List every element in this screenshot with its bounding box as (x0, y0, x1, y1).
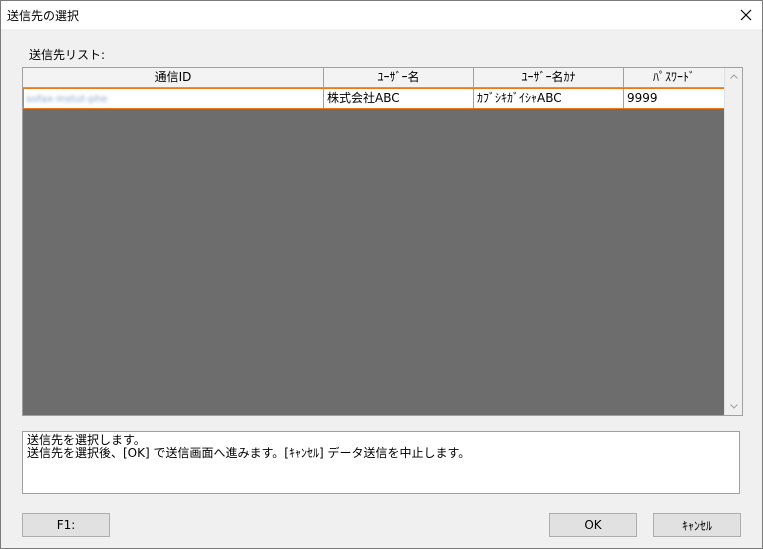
chevron-down-icon (729, 404, 738, 409)
grid-header: 通信ID ﾕｰｻﾞｰ名 ﾕｰｻﾞｰ名ｶﾅ ﾊﾟｽﾜｰﾄﾞ (23, 68, 725, 88)
cell-user-name-kana: ｶﾌﾞｼｷｶﾞｲｼｬABC (474, 88, 624, 108)
cell-user-name: 株式会社ABC (324, 88, 474, 108)
cell-password: 9999 (624, 88, 725, 108)
table-row[interactable]: sofax-instut-phe 株式会社ABC ｶﾌﾞｼｷｶﾞｲｼｬABC 9… (23, 88, 725, 108)
window-title: 送信先の選択 (7, 9, 80, 23)
cell-id-text: sofax-instut-phe (26, 94, 108, 105)
column-header-id[interactable]: 通信ID (23, 68, 324, 88)
ok-button[interactable]: OK (549, 513, 637, 537)
close-icon (740, 9, 752, 21)
recipient-grid[interactable]: 通信ID ﾕｰｻﾞｰ名 ﾕｰｻﾞｰ名ｶﾅ ﾊﾟｽﾜｰﾄﾞ sofax-instu… (22, 67, 743, 416)
column-header-password[interactable]: ﾊﾟｽﾜｰﾄﾞ (624, 68, 725, 88)
scroll-up-button[interactable] (725, 68, 742, 85)
vertical-scrollbar[interactable] (724, 68, 742, 415)
f1-button[interactable]: F1: (22, 513, 110, 537)
dialog-window: 送信先の選択 送信先リスト: 通信ID ﾕｰｻﾞｰ名 ﾕｰｻﾞｰ名ｶﾅ ﾊﾟｽﾜ… (0, 0, 763, 549)
close-button[interactable] (730, 1, 762, 29)
cell-id: sofax-instut-phe (23, 88, 324, 108)
cancel-button[interactable]: ｷｬﾝｾﾙ (653, 513, 741, 537)
list-label: 送信先リスト: (29, 48, 106, 62)
title-bar: 送信先の選択 (1, 1, 762, 29)
message-box: 送信先を選択します。 送信先を選択後、[OK] で送信画面へ進みます。[ｷｬﾝｾ… (22, 431, 740, 494)
scroll-down-button[interactable] (725, 398, 742, 415)
column-header-user-name[interactable]: ﾕｰｻﾞｰ名 (324, 68, 474, 88)
chevron-up-icon (729, 74, 738, 79)
message-line-2: 送信先を選択後、[OK] で送信画面へ進みます。[ｷｬﾝｾﾙ] データ送信を中止… (27, 446, 471, 460)
column-header-user-name-kana[interactable]: ﾕｰｻﾞｰ名ｶﾅ (474, 68, 624, 88)
